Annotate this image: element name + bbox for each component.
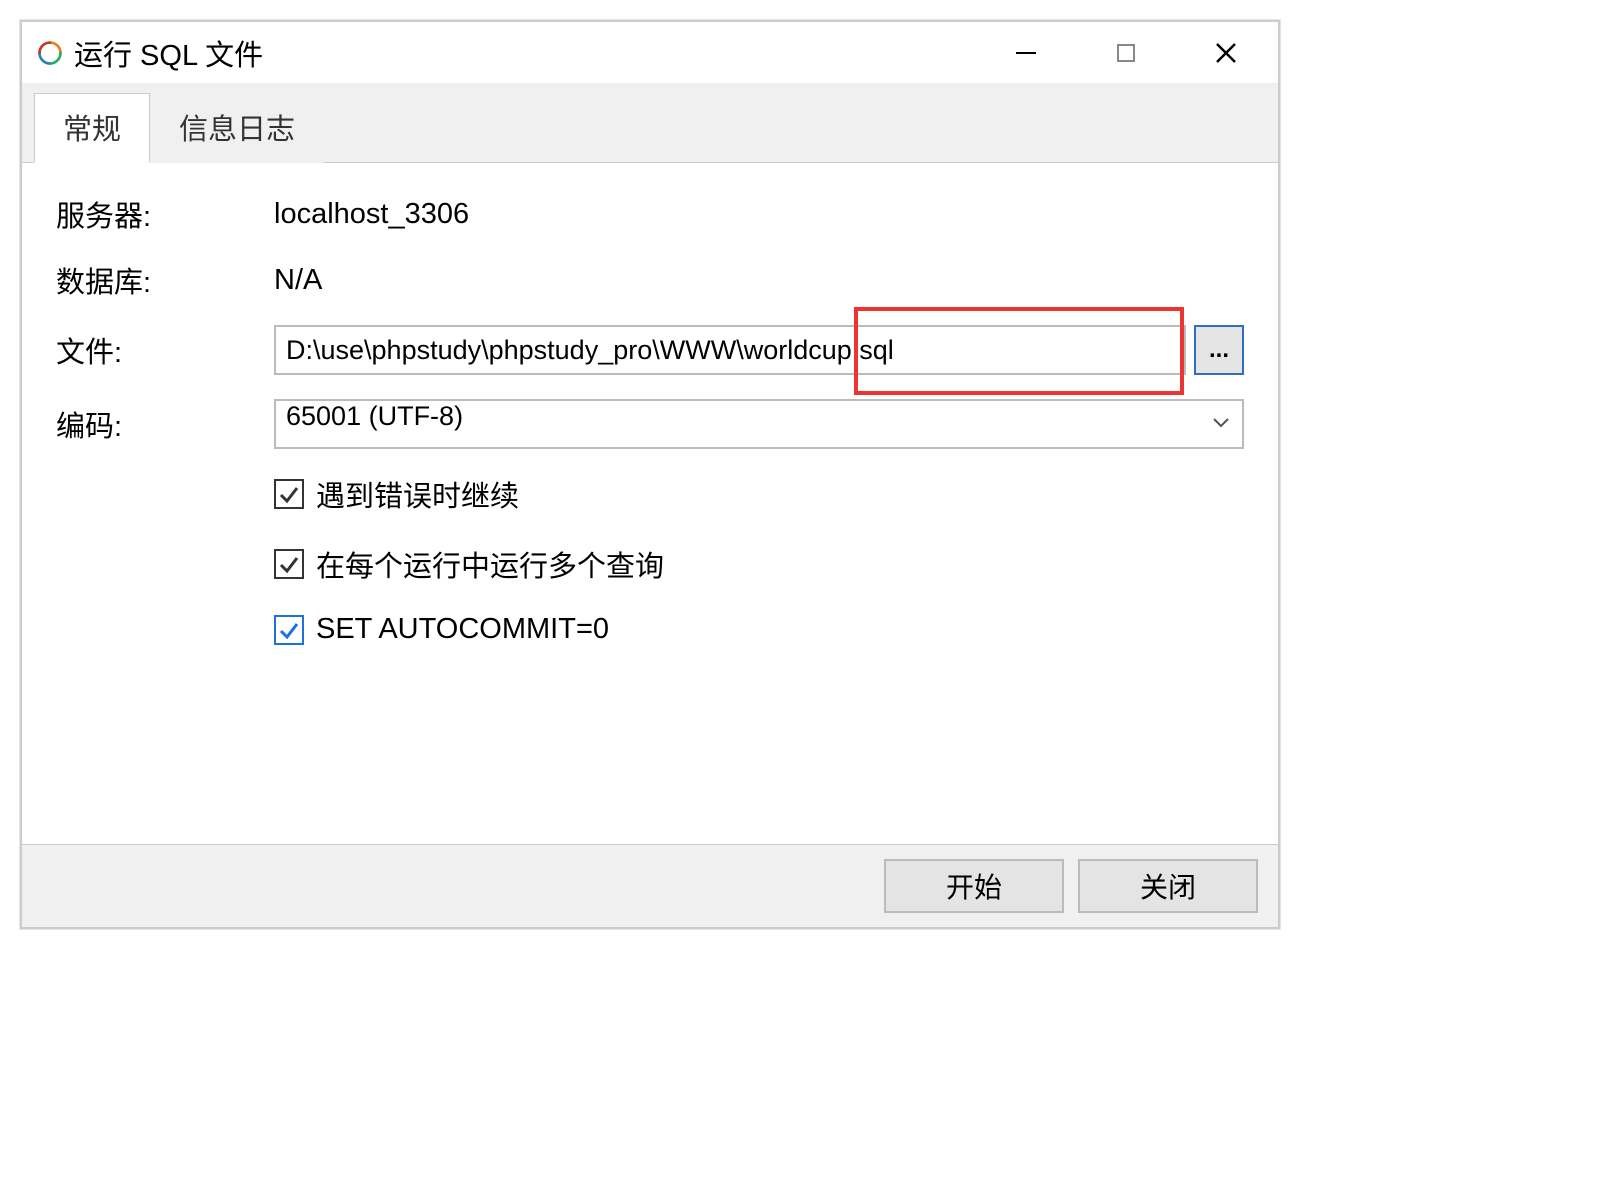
tab-log[interactable]: 信息日志 bbox=[150, 93, 324, 163]
tab-bar: 常规 信息日志 bbox=[22, 84, 1278, 163]
server-label: 服务器: bbox=[56, 193, 274, 235]
checkbox-label-autocommit: SET AUTOCOMMIT=0 bbox=[316, 613, 609, 646]
titlebar: 运行 SQL 文件 bbox=[22, 22, 1278, 84]
tab-general[interactable]: 常规 bbox=[34, 93, 150, 163]
row-database: 数据库: N/A bbox=[56, 259, 1244, 301]
browse-button[interactable]: ... bbox=[1194, 325, 1244, 375]
row-file: 文件: ... bbox=[56, 325, 1244, 375]
file-input[interactable] bbox=[274, 325, 1186, 375]
database-label: 数据库: bbox=[56, 259, 274, 301]
server-value: localhost_3306 bbox=[274, 198, 1244, 231]
footer: 开始 关闭 bbox=[22, 844, 1278, 927]
app-icon bbox=[36, 39, 64, 67]
file-label: 文件: bbox=[56, 329, 274, 371]
close-button[interactable] bbox=[1198, 31, 1254, 75]
encoding-select[interactable]: 65001 (UTF-8) bbox=[274, 399, 1244, 449]
window-title: 运行 SQL 文件 bbox=[74, 32, 998, 74]
checkbox-multi-query[interactable]: 在每个运行中运行多个查询 bbox=[274, 543, 1244, 585]
row-server: 服务器: localhost_3306 bbox=[56, 193, 1244, 235]
encoding-label: 编码: bbox=[56, 403, 274, 445]
close-dialog-button[interactable]: 关闭 bbox=[1078, 859, 1258, 913]
checkbox-label-multiquery: 在每个运行中运行多个查询 bbox=[316, 543, 664, 585]
database-value: N/A bbox=[274, 264, 1244, 297]
minimize-button[interactable] bbox=[998, 31, 1054, 75]
dialog-window: 运行 SQL 文件 常规 信息日志 服务器: localhost_3306 bbox=[20, 20, 1280, 929]
checkbox-label-continue: 遇到错误时继续 bbox=[316, 473, 519, 515]
row-encoding: 编码: 65001 (UTF-8) bbox=[56, 399, 1244, 449]
checkbox-autocommit[interactable]: SET AUTOCOMMIT=0 bbox=[274, 613, 1244, 646]
checkbox-icon bbox=[274, 615, 304, 645]
maximize-button[interactable] bbox=[1098, 31, 1154, 75]
content-panel: 服务器: localhost_3306 数据库: N/A 文件: ... 编码:… bbox=[22, 163, 1278, 844]
spacer bbox=[56, 674, 1244, 804]
start-button[interactable]: 开始 bbox=[884, 859, 1064, 913]
checkbox-icon bbox=[274, 549, 304, 579]
checkbox-continue-on-error[interactable]: 遇到错误时继续 bbox=[274, 473, 1244, 515]
checkbox-icon bbox=[274, 479, 304, 509]
